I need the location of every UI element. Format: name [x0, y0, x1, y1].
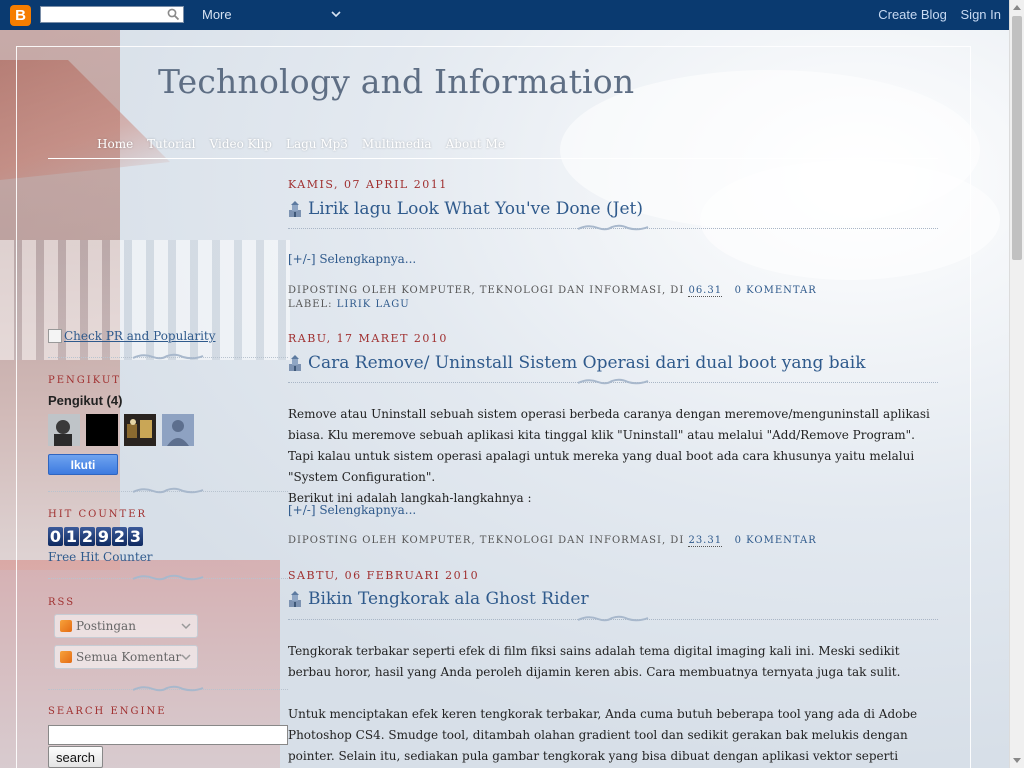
avatar[interactable]	[162, 414, 194, 446]
menu-item-multimedia[interactable]: Multimedia	[362, 137, 432, 151]
search-button[interactable]: search	[48, 746, 103, 768]
post-time-link[interactable]: 06.31	[688, 285, 723, 297]
page-scrollbar[interactable]	[1009, 0, 1024, 768]
navbar-more-link[interactable]: More	[202, 7, 232, 22]
counter-digit: 1	[64, 527, 79, 546]
post-body: Remove atau Uninstall sebuah sistem oper…	[288, 404, 938, 509]
post-title-text[interactable]: Cara Remove/ Uninstall Sistem Operasi da…	[308, 353, 866, 373]
post-body: Tengkorak terbakar seperti efek di film …	[288, 641, 938, 768]
post-label-prefix: Label:	[288, 299, 333, 310]
blog-menu: Home Tutorial Video Klip Lagu Mp3 Multim…	[97, 137, 505, 151]
check-pr-link[interactable]: Check PR and Popularity	[48, 329, 216, 343]
blog-title[interactable]: Technology and Information	[158, 62, 634, 101]
counter-digit: 2	[112, 527, 127, 546]
search-icon[interactable]	[167, 8, 180, 21]
chevron-down-icon	[181, 623, 191, 630]
counter-digit: 0	[48, 527, 63, 546]
post-date: Kamis, 07 April 2011	[288, 178, 448, 191]
post-title[interactable]: Bikin Tengkorak ala Ghost Rider	[288, 589, 589, 609]
rss-icon	[60, 651, 72, 663]
ornament-icon	[132, 574, 204, 581]
scroll-up-icon[interactable]	[1013, 5, 1021, 10]
post-comments-link[interactable]: 0 komentar	[735, 535, 817, 546]
ornament-icon	[577, 615, 649, 622]
post-footer: Diposting oleh Komputer, Teknologi dan I…	[288, 535, 817, 547]
scrollbar-thumb[interactable]	[1012, 16, 1022, 260]
post-paragraph: Tengkorak terbakar seperti efek di film …	[288, 644, 901, 679]
post-divider	[288, 377, 938, 387]
ornament-icon	[132, 685, 204, 692]
post-time-link[interactable]: 23.31	[688, 535, 723, 547]
blogger-logo-icon[interactable]: B	[10, 5, 31, 26]
followers-count: Pengikut (4)	[48, 393, 123, 408]
castle-icon	[289, 355, 301, 371]
menu-item-video-klip[interactable]: Video Klip	[210, 137, 272, 151]
sidebar-divider	[48, 573, 288, 583]
castle-icon	[289, 201, 301, 217]
counter-digit: 9	[96, 527, 111, 546]
post-label-link[interactable]: Lirik Lagu	[337, 299, 410, 310]
search-input[interactable]	[48, 725, 288, 745]
rss-comments-dropdown[interactable]: Semua Komentar	[54, 645, 198, 669]
followers-avatars	[48, 414, 194, 446]
rss-heading: RSS	[48, 597, 76, 608]
scroll-down-icon[interactable]	[1013, 758, 1021, 763]
counter-digit: 3	[128, 527, 143, 546]
menu-divider	[48, 158, 938, 159]
chevron-down-icon	[181, 654, 191, 661]
post-date: Sabtu, 06 Februari 2010	[288, 569, 480, 582]
sign-in-link[interactable]: Sign In	[961, 7, 1001, 22]
rss-posts-dropdown[interactable]: Postingan	[54, 614, 198, 638]
follow-button[interactable]: Ikuti	[48, 454, 118, 475]
post-author: Diposting oleh Komputer, Teknologi dan I…	[288, 285, 685, 296]
hit-counter: 0 1 2 9 2 3	[48, 527, 143, 546]
rss-posts-label: Postingan	[76, 619, 136, 633]
castle-icon	[289, 591, 301, 607]
navbar-account-links: Create Blog Sign In	[868, 7, 1001, 22]
hit-counter-heading: Hit Counter	[48, 509, 148, 520]
ornament-icon	[577, 378, 649, 385]
check-pr-text[interactable]: Check PR and Popularity	[64, 329, 216, 343]
avatar[interactable]	[48, 414, 80, 446]
read-more-link[interactable]: [+/-] Selengkapnya...	[288, 252, 416, 266]
post-labels: Label: Lirik Lagu	[288, 299, 410, 310]
create-blog-link[interactable]: Create Blog	[878, 7, 947, 22]
post-date: Rabu, 17 Maret 2010	[288, 332, 448, 345]
post-title-text[interactable]: Lirik lagu Look What You've Done (Jet)	[308, 199, 643, 219]
post-footer: Diposting oleh Komputer, Teknologi dan I…	[288, 285, 817, 297]
avatar[interactable]	[124, 414, 156, 446]
read-more-link[interactable]: [+/-] Selengkapnya...	[288, 503, 416, 517]
post-author: Diposting oleh Komputer, Teknologi dan I…	[288, 535, 685, 546]
navbar-search-input[interactable]	[41, 9, 165, 25]
rss-comments-label: Semua Komentar	[76, 650, 182, 664]
post-title[interactable]: Lirik lagu Look What You've Done (Jet)	[288, 199, 643, 219]
menu-item-lagu-mp3[interactable]: Lagu Mp3	[286, 137, 348, 151]
menu-item-home[interactable]: Home	[97, 137, 133, 151]
rss-icon	[60, 620, 72, 632]
post-title-text[interactable]: Bikin Tengkorak ala Ghost Rider	[308, 589, 589, 609]
blogger-navbar: B More Create Blog Sign In	[0, 0, 1009, 30]
ornament-icon	[577, 224, 649, 231]
avatar[interactable]	[86, 414, 118, 446]
post-title[interactable]: Cara Remove/ Uninstall Sistem Operasi da…	[288, 353, 866, 373]
sidebar-divider	[48, 352, 288, 362]
post-paragraph: Untuk menciptakan efek keren tengkorak t…	[288, 707, 918, 763]
navbar-search	[40, 6, 184, 25]
sidebar-divider	[48, 684, 288, 694]
broken-image-icon	[48, 329, 62, 343]
sidebar-divider	[48, 486, 288, 496]
free-hit-counter-link[interactable]: Free Hit Counter	[48, 550, 153, 564]
post-comments-link[interactable]: 0 komentar	[735, 285, 817, 296]
menu-item-about-me[interactable]: About Me	[446, 137, 505, 151]
ornament-icon	[132, 487, 204, 494]
post-divider	[288, 223, 938, 233]
ornament-icon	[132, 353, 204, 360]
chevron-down-icon[interactable]	[330, 8, 342, 20]
search-engine-heading: Search Engine	[48, 706, 167, 717]
post-paragraph: Remove atau Uninstall sebuah sistem oper…	[288, 407, 930, 484]
followers-heading: Pengikut	[48, 375, 121, 386]
menu-item-tutorial[interactable]: Tutorial	[147, 137, 195, 151]
post-divider	[288, 614, 938, 624]
counter-digit: 2	[80, 527, 95, 546]
